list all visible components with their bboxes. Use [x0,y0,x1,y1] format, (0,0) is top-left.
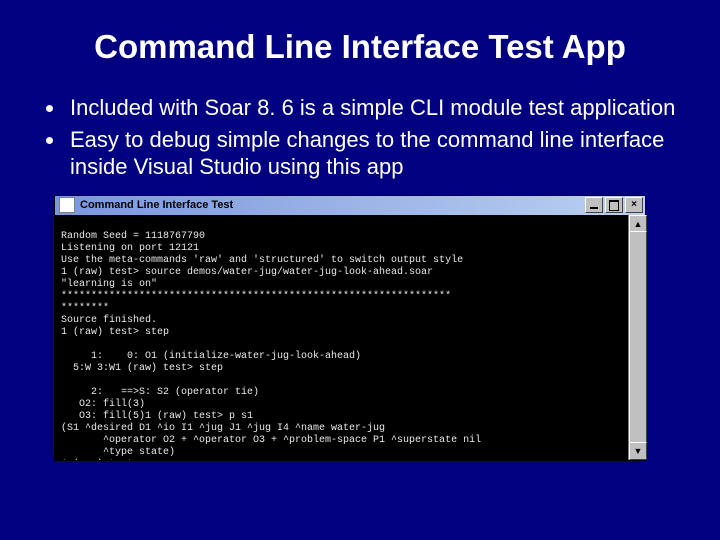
vertical-scrollbar[interactable]: ▲ ▼ [628,215,645,460]
titlebar: Command Line Interface Test × [55,196,645,215]
bullet-list: Included with Soar 8. 6 is a simple CLI … [40,94,680,181]
window-title: Command Line Interface Test [80,199,585,211]
bullet-item: Included with Soar 8. 6 is a simple CLI … [66,94,680,122]
minimize-button[interactable] [585,197,603,213]
close-button[interactable]: × [625,197,643,213]
app-icon [59,197,75,213]
maximize-button[interactable] [605,197,623,213]
scroll-thumb[interactable] [629,231,647,445]
terminal-text: Random Seed = 1118767790 Listening on po… [61,231,481,460]
scroll-down-icon[interactable]: ▼ [629,442,647,460]
slide-title: Command Line Interface Test App [40,28,680,66]
bullet-item: Easy to debug simple changes to the comm… [66,126,680,181]
screenshot-window: Command Line Interface Test × Random See… [54,195,646,461]
window-buttons: × [585,197,643,213]
terminal-output: Random Seed = 1118767790 Listening on po… [55,215,629,460]
